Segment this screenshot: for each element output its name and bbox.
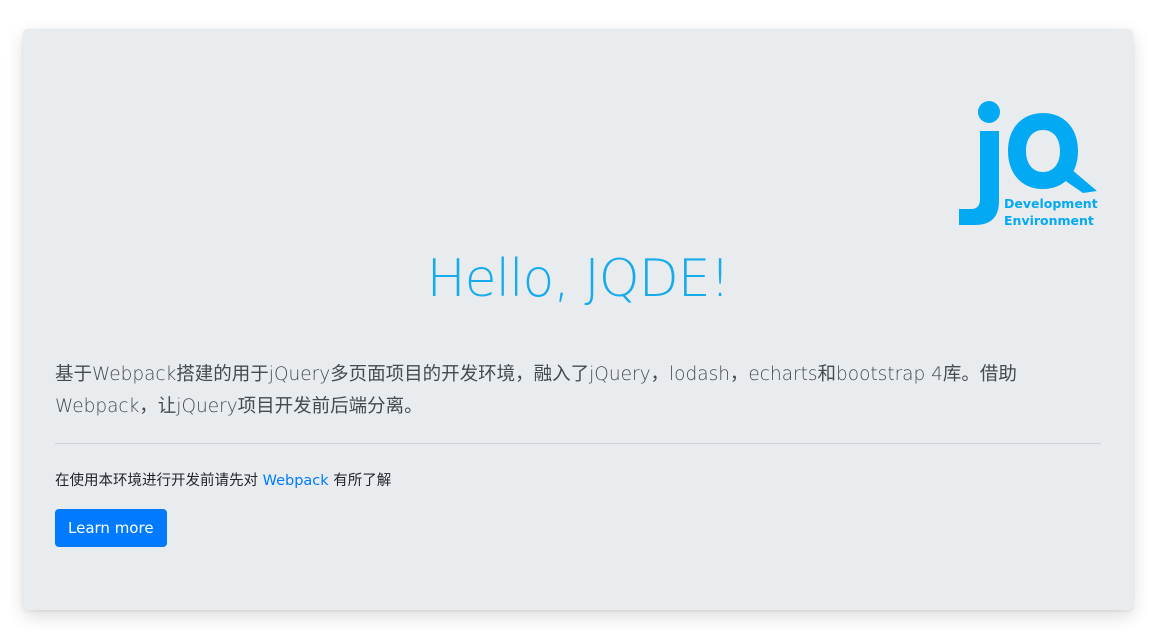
note-after: 有所了解 <box>328 473 392 489</box>
lead-description: 基于Webpack搭建的用于jQuery多页面项目的开发环境，融入了jQuery… <box>55 364 1017 417</box>
jqde-logo: Development Environment <box>959 99 1101 229</box>
jq-logo-icon: Development Environment <box>959 101 1098 228</box>
learn-more-button[interactable]: Learn more <box>55 509 167 547</box>
divider <box>55 443 1101 444</box>
logo-line-2: Environment <box>1004 213 1094 228</box>
webpack-link[interactable]: Webpack <box>263 473 329 489</box>
prerequisite-note: 在使用本环境进行开发前请先对 Webpack 有所了解 <box>55 469 391 493</box>
logo-line-1: Development <box>1004 196 1098 211</box>
note-before: 在使用本环境进行开发前请先对 <box>55 473 263 489</box>
jumbotron: Development Environment Hello, JQDE! 基于W… <box>23 29 1133 610</box>
page-title: Hello, JQDE! <box>426 249 731 309</box>
